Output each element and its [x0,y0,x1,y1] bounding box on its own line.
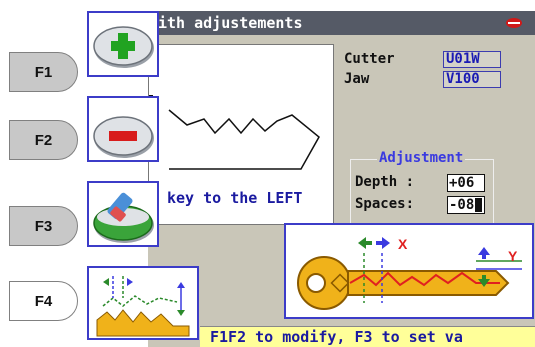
f2-key-label: F2 [34,131,53,149]
key-illustration-icon: X Y [297,236,522,310]
decrease-button[interactable] [87,96,159,162]
key-profile-viewport: key to the LEFT [147,44,334,225]
f4-key[interactable]: F4 [9,281,78,321]
adjustment-panel: Adjustment Depth : +06 Spaces: -08 [350,150,494,229]
depth-field[interactable]: +06 [447,174,485,192]
eraser-icon [93,192,154,243]
key-adjust-illustration: X Y [284,223,534,319]
minus-icon [93,116,154,158]
f2-key[interactable]: F2 [9,120,78,160]
depth-value: +06 [449,175,475,191]
spaces-label: Spaces: [355,196,415,212]
f4-key-label: F4 [34,292,53,310]
cutter-value: U01W [443,51,501,68]
increase-button[interactable] [87,11,159,77]
adjustment-title: Adjustment [377,150,466,166]
spaces-field[interactable]: -08 [447,196,485,214]
status-bar: F1F2 to modify, F3 to set va [200,326,535,347]
depth-label: Depth : [355,174,415,190]
f3-key-label: F3 [34,217,53,235]
key-adjust-icon [96,276,190,337]
brand-logo-icon [506,18,522,28]
f1-key[interactable]: F1 [9,52,78,92]
plus-icon [93,26,154,68]
status-text: F1F2 to modify, F3 to set va [210,328,463,346]
spaces-value: -08 [449,197,475,213]
x-axis-label: X [398,236,408,252]
reset-button[interactable] [87,181,159,247]
device-screen: ith adjustements key to the LEFT Cutter … [147,11,535,347]
cutter-label: Cutter [344,51,395,67]
jaw-value: V100 [443,71,501,88]
text-cursor [475,198,483,212]
jaw-label: Jaw [344,71,370,87]
f3-key[interactable]: F3 [9,206,78,246]
f1-key-label: F1 [34,63,53,81]
title-bar: ith adjustements [148,11,535,35]
window-title: ith adjustements [158,14,303,32]
viewport-hint: key to the LEFT [167,189,303,207]
key-settings-button[interactable] [87,266,199,340]
y-axis-label: Y [508,248,518,264]
